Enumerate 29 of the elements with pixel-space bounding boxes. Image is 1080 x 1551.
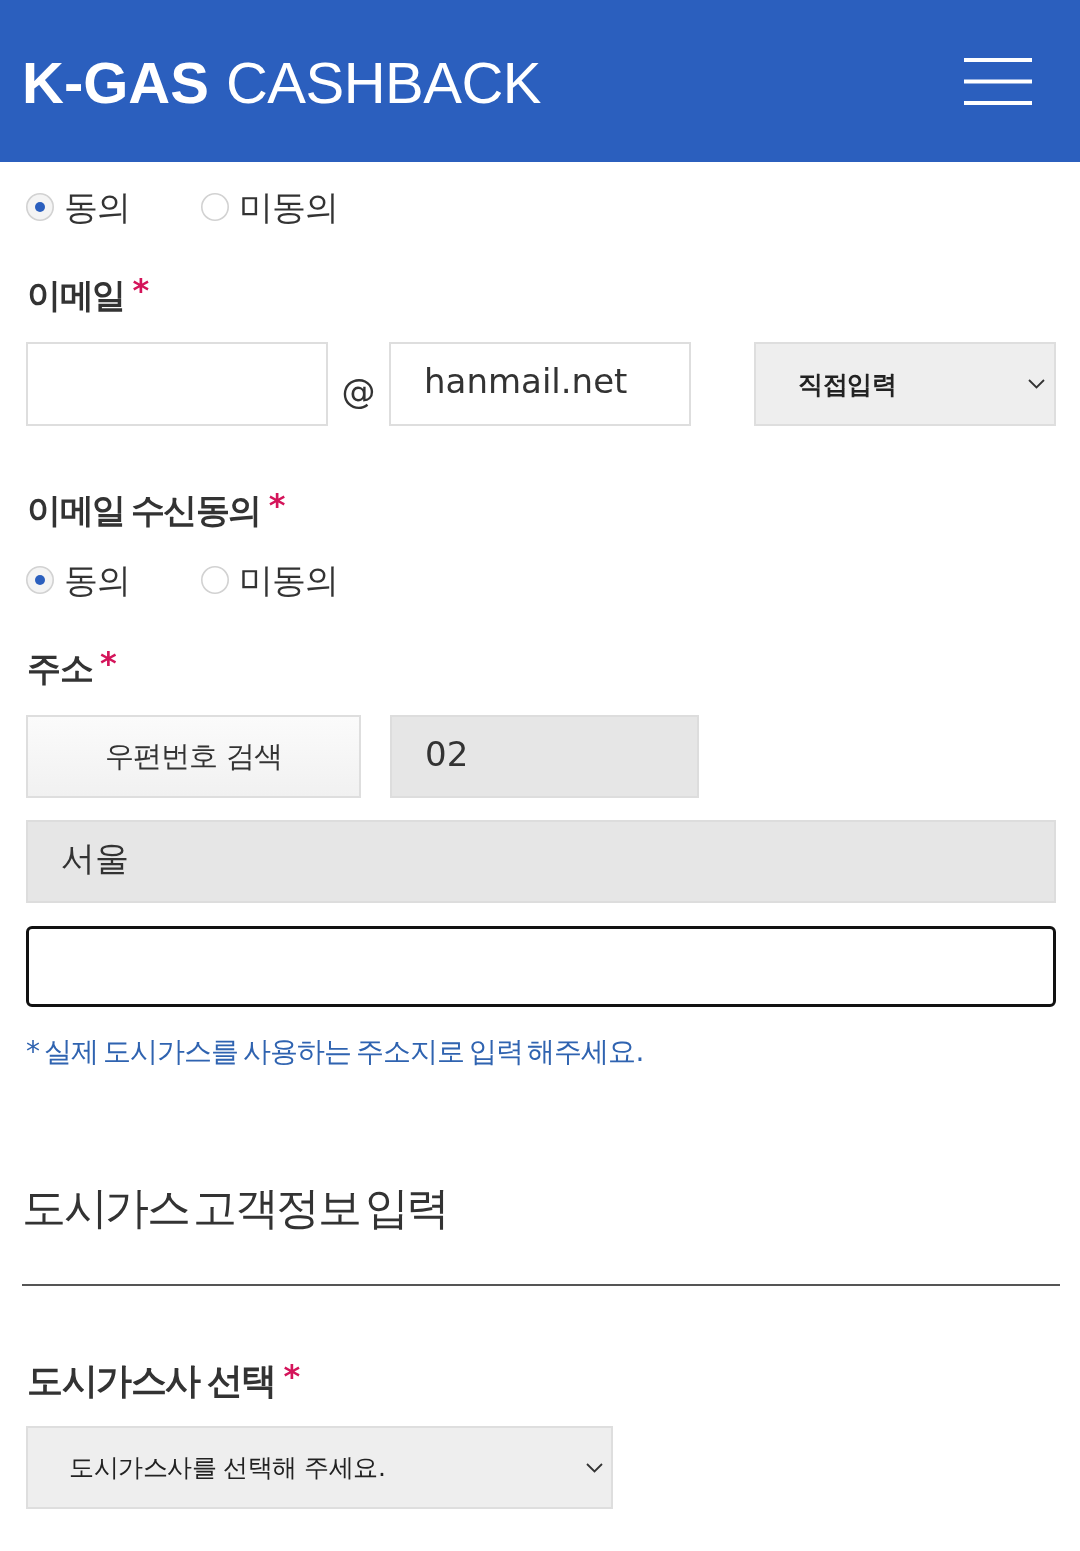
field-label: 이메일 [27, 274, 125, 317]
at-sign: @ [340, 371, 377, 411]
required-mark: * [268, 485, 286, 525]
email-id-field[interactable] [26, 342, 328, 426]
address-detail-field[interactable] [26, 926, 1056, 1007]
menu-icon [964, 58, 1032, 105]
required-mark: * [283, 1356, 301, 1396]
zip-code-field[interactable]: 02 [390, 715, 699, 798]
chevron-down-icon [1028, 379, 1045, 389]
radio-option[interactable]: 동의 [26, 560, 130, 600]
gas-company-select[interactable]: 도시가스사를 선택해 주세요. [26, 1426, 613, 1509]
zip-search-button[interactable]: 우편번호 검색 [26, 715, 361, 798]
chevron-down-icon [586, 1462, 603, 1473]
logo-text: CASHBACK [225, 54, 541, 112]
section-title: 도시가스 고객정보 입력 [22, 1181, 448, 1235]
address-note: * 실제 도시가스를 사용하는 주소지로 입력 해주세요. [26, 1034, 644, 1070]
required-mark: * [132, 270, 150, 310]
field-label: 이메일 수신동의 [27, 489, 261, 532]
address-field[interactable]: 서울 [26, 820, 1056, 903]
field-label: 도시가스사 선택 [27, 1359, 276, 1403]
radio-option[interactable]: 동의 [26, 187, 130, 227]
domain-select[interactable]: 직접입력 [754, 342, 1056, 426]
logo-text: K-GAS [22, 54, 209, 112]
email-domain-field[interactable]: hanmail.net [389, 342, 691, 426]
required-mark: * [100, 643, 117, 683]
radio-option[interactable]: 미동의 [201, 560, 338, 600]
field-label: 주소 [27, 647, 92, 690]
menu-button[interactable] [964, 58, 1032, 105]
radio-option[interactable]: 미동의 [201, 187, 338, 227]
